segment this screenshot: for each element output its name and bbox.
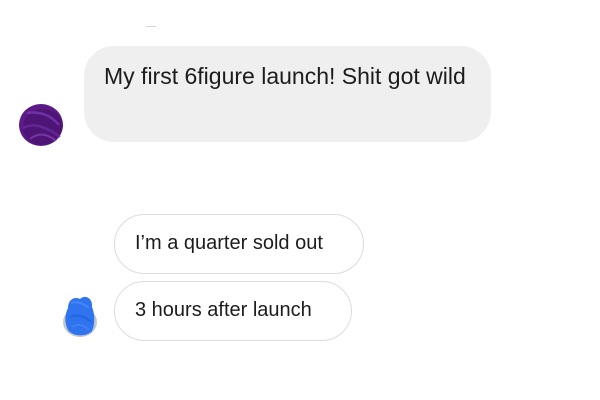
received-message-text: My first 6figure launch! Shit got wild xyxy=(104,63,466,89)
redacted-avatar-icon[interactable] xyxy=(61,294,99,338)
sent-message-text: I’m a quarter sold out xyxy=(135,232,323,254)
sent-message-bubble[interactable]: 3 hours after launch xyxy=(114,281,352,341)
redacted-avatar-icon[interactable] xyxy=(17,101,67,149)
divider xyxy=(146,26,156,27)
chat-thread: My first 6figure launch! Shit got wild I… xyxy=(0,0,600,400)
sent-message-bubble[interactable]: I’m a quarter sold out xyxy=(114,214,364,274)
sent-message-text: 3 hours after launch xyxy=(135,299,312,321)
received-message-bubble[interactable]: My first 6figure launch! Shit got wild xyxy=(84,46,491,142)
